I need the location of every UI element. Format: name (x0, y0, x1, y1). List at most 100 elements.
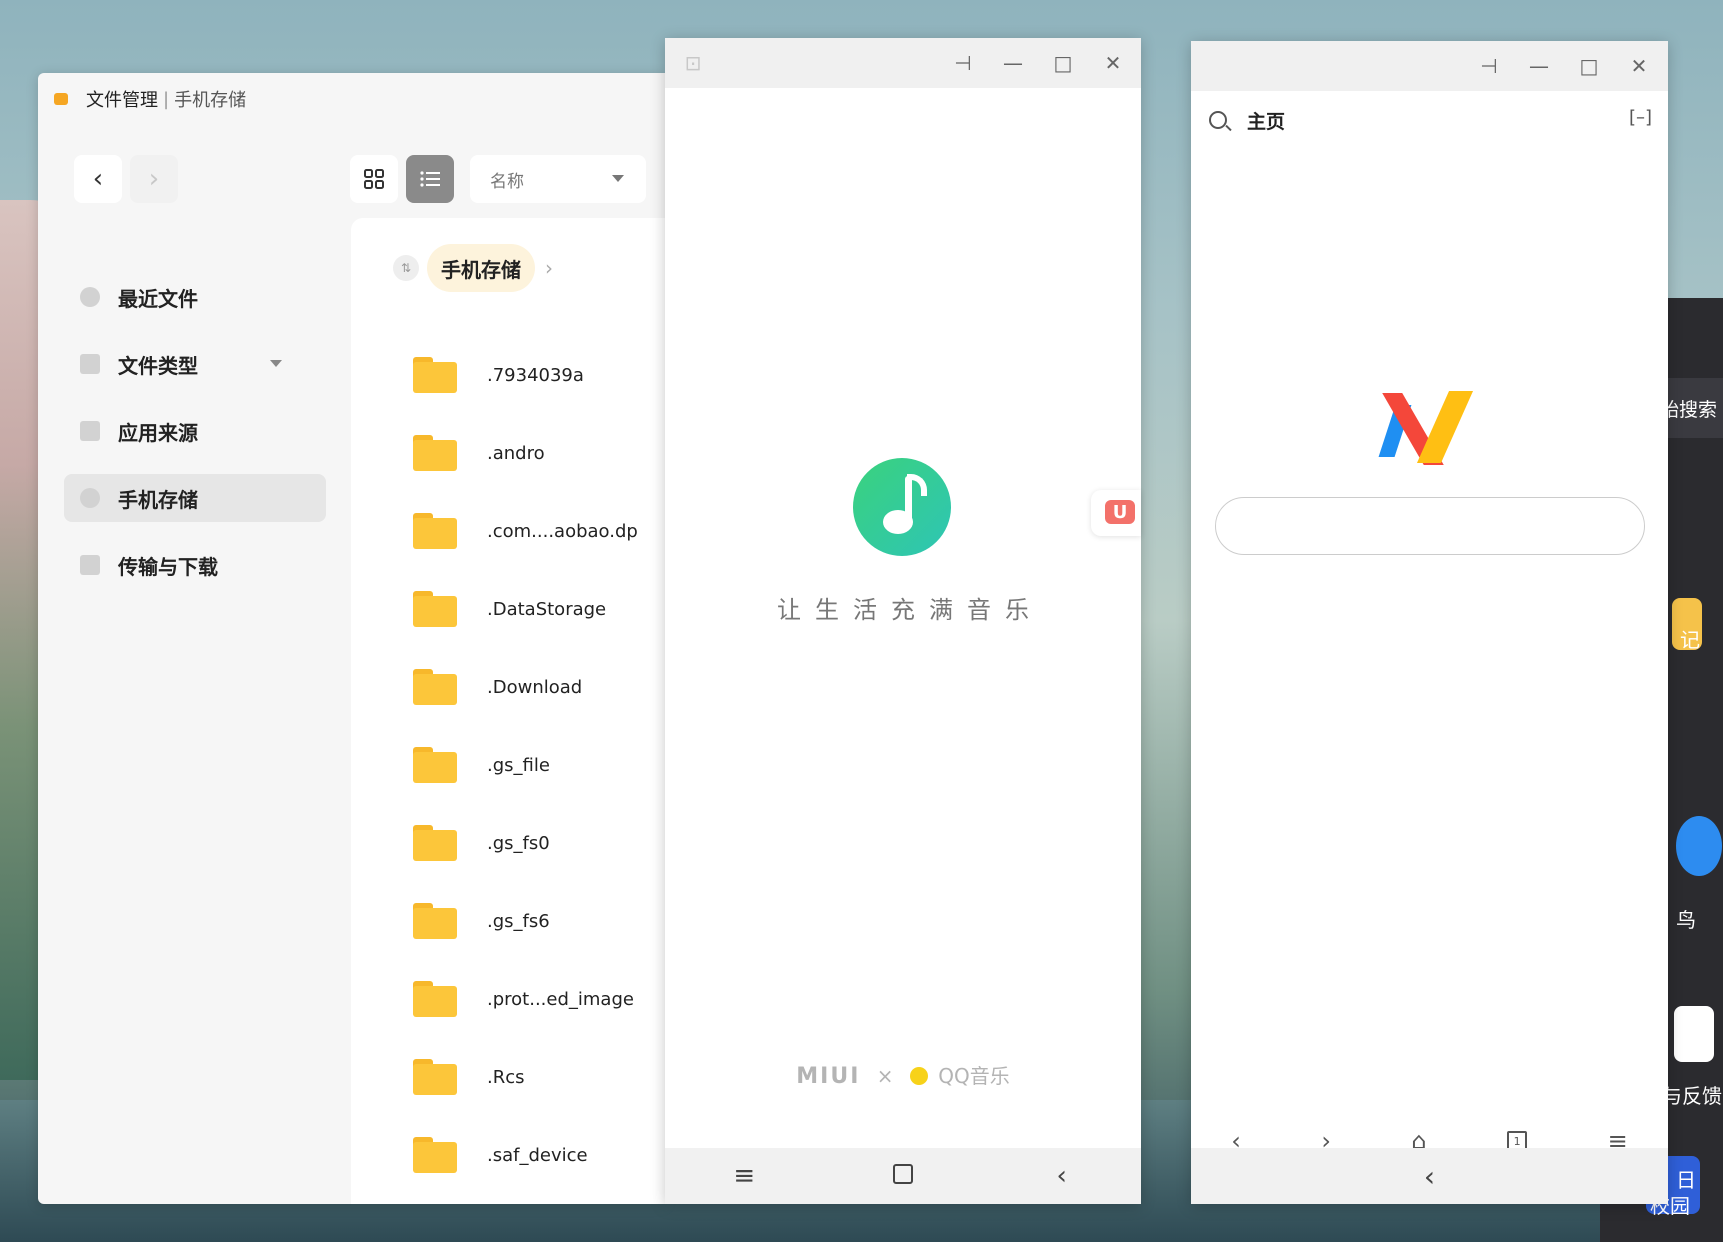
bg-bird-app-icon[interactable] (1676, 816, 1722, 876)
file-manager-title: 文件管理 (86, 90, 158, 111)
close-icon[interactable]: ✕ (1101, 51, 1125, 75)
file-name: .Download (487, 676, 583, 698)
list-item[interactable]: .prot...ed_image (351, 960, 665, 1038)
search-input[interactable] (1215, 497, 1645, 555)
list-item[interactable]: .Download (351, 648, 665, 726)
file-name: .gs_fs0 (487, 832, 550, 854)
folder-icon (413, 903, 457, 939)
maximize-icon[interactable]: □ (1577, 54, 1601, 78)
via-browser-logo (1378, 387, 1477, 465)
minimize-icon[interactable]: — (1001, 51, 1025, 75)
new-window-icon[interactable]: ⊡ (681, 51, 705, 75)
breadcrumb-current[interactable]: 手机存储 (427, 244, 535, 292)
music-titlebar[interactable]: ⊡ ⊣ — □ ✕ (665, 38, 1141, 88)
music-window: ⊡ ⊣ — □ ✕ 让生活充满音乐 U MIUI × QQ音乐 ≡ ‹ (665, 38, 1141, 1204)
list-item[interactable]: .com....aobao.dp (351, 492, 665, 570)
chevron-left-icon: ‹ (92, 164, 104, 194)
folder-icon (413, 747, 457, 783)
collab-x: × (876, 1064, 894, 1088)
sort-toggle-icon[interactable]: ⇅ (393, 255, 419, 281)
back-icon[interactable]: ‹ (1042, 1161, 1082, 1191)
maximize-icon[interactable]: □ (1051, 51, 1075, 75)
file-manager-app-icon (54, 93, 68, 105)
file-list-panel: ⇅ 手机存储 › .7934039a .andro .com....aobao.… (351, 218, 665, 1204)
folder-icon (413, 591, 457, 627)
list-item[interactable]: .Rcs (351, 1038, 665, 1116)
list-item[interactable]: .saf_device (351, 1116, 665, 1194)
list-item[interactable]: .7934039a (351, 336, 665, 414)
list-view-button[interactable] (406, 155, 454, 203)
file-manager-titlebar[interactable]: 文件管理 | 手机存储 (38, 73, 665, 125)
sidebar-item-phone-storage[interactable]: 手机存储 (64, 474, 326, 522)
list-item[interactable]: .DataStorage (351, 570, 665, 648)
android-navbar: ≡ ‹ (665, 1148, 1141, 1204)
file-list: .7934039a .andro .com....aobao.dp .DataS… (351, 336, 665, 1194)
list-item[interactable]: .andro (351, 414, 665, 492)
chevron-down-icon[interactable] (270, 360, 282, 367)
file-manager-subtitle: 手机存储 (174, 90, 247, 111)
back-icon[interactable]: ‹ (1424, 1160, 1435, 1193)
list-view-icon (420, 171, 440, 187)
browser-address-bar[interactable]: 主页 [–] (1191, 97, 1668, 147)
list-item[interactable]: .gs_file (351, 726, 665, 804)
qq-music-small-icon (909, 1067, 928, 1085)
file-name: .7934039a (487, 364, 584, 386)
forward-button[interactable]: › (130, 155, 178, 203)
miui-brand: MIUI (796, 1064, 861, 1089)
sidebar-item-label: 最近文件 (118, 286, 198, 311)
sidebar: 最近文件 文件类型 应用来源 手机存储 传输与下载 (64, 273, 326, 608)
folder-icon (413, 357, 457, 393)
floating-app-icon: U (1105, 500, 1135, 524)
bg-label-bird: 鸟 (1676, 908, 1696, 932)
list-item[interactable]: .gs_fs6 (351, 882, 665, 960)
file-name: .andro (487, 442, 545, 464)
list-item[interactable]: .gs_fs0 (351, 804, 665, 882)
sort-dropdown[interactable]: 名称 (470, 155, 646, 203)
grid-view-button[interactable] (350, 155, 398, 203)
sidebar-item-recent[interactable]: 最近文件 (64, 273, 326, 321)
clock-icon (80, 287, 100, 307)
bg-feedback-app-icon[interactable] (1674, 1006, 1714, 1062)
browser-window: ⊣ — □ ✕ 主页 [–] ‹ › ⌂ 1 ≡ ‹ (1191, 41, 1668, 1204)
sidebar-item-label: 应用来源 (118, 420, 198, 445)
storage-icon (80, 488, 100, 508)
menu-icon[interactable]: ≡ (724, 1161, 764, 1191)
sort-value: 名称 (490, 171, 524, 192)
chevron-down-icon (612, 175, 624, 182)
sidebar-item-label: 文件类型 (118, 353, 198, 378)
sidebar-item-file-types[interactable]: 文件类型 (64, 340, 326, 388)
back-button[interactable]: ‹ (74, 155, 122, 203)
qq-music-logo (853, 458, 951, 556)
folder-icon (413, 1137, 457, 1173)
grid-view-icon (364, 169, 384, 189)
folder-icon (413, 435, 457, 471)
close-icon[interactable]: ✕ (1627, 54, 1651, 78)
folder-icon (413, 981, 457, 1017)
sidebar-item-app-sources[interactable]: 应用来源 (64, 407, 326, 455)
minimize-icon[interactable]: — (1527, 54, 1551, 78)
folder-type-icon (80, 354, 100, 374)
folder-icon (413, 669, 457, 705)
transfer-icon (80, 555, 100, 575)
home-button[interactable] (883, 1161, 923, 1191)
search-icon[interactable] (1209, 111, 1227, 129)
file-name: .Rcs (487, 1066, 525, 1088)
file-manager-window: 文件管理 | 手机存储 ‹ › 名称 最近文件 文件类型 应用来源 手机存储 传… (38, 73, 665, 1204)
android-navbar: ‹ (1191, 1148, 1668, 1204)
page-title: 主页 (1247, 111, 1286, 133)
music-slogan: 让生活充满音乐 (777, 596, 1043, 624)
file-name: .DataStorage (487, 598, 607, 620)
chevron-right-icon: › (148, 164, 160, 194)
file-manager-toolbar: ‹ › 名称 (38, 155, 665, 207)
sidebar-item-transfer[interactable]: 传输与下载 (64, 541, 326, 589)
expand-icon[interactable]: [–] (1629, 107, 1652, 128)
floating-app-badge[interactable]: U (1091, 490, 1141, 536)
pin-icon[interactable]: ⊣ (1477, 54, 1501, 78)
bg-label-day: 日 (1676, 1168, 1696, 1192)
file-name: .prot...ed_image (487, 988, 634, 1010)
chevron-right-icon: › (545, 256, 553, 280)
browser-titlebar[interactable]: ⊣ — □ ✕ (1191, 41, 1668, 91)
sidebar-item-label: 手机存储 (118, 487, 198, 512)
folder-icon (413, 513, 457, 549)
pin-icon[interactable]: ⊣ (951, 51, 975, 75)
